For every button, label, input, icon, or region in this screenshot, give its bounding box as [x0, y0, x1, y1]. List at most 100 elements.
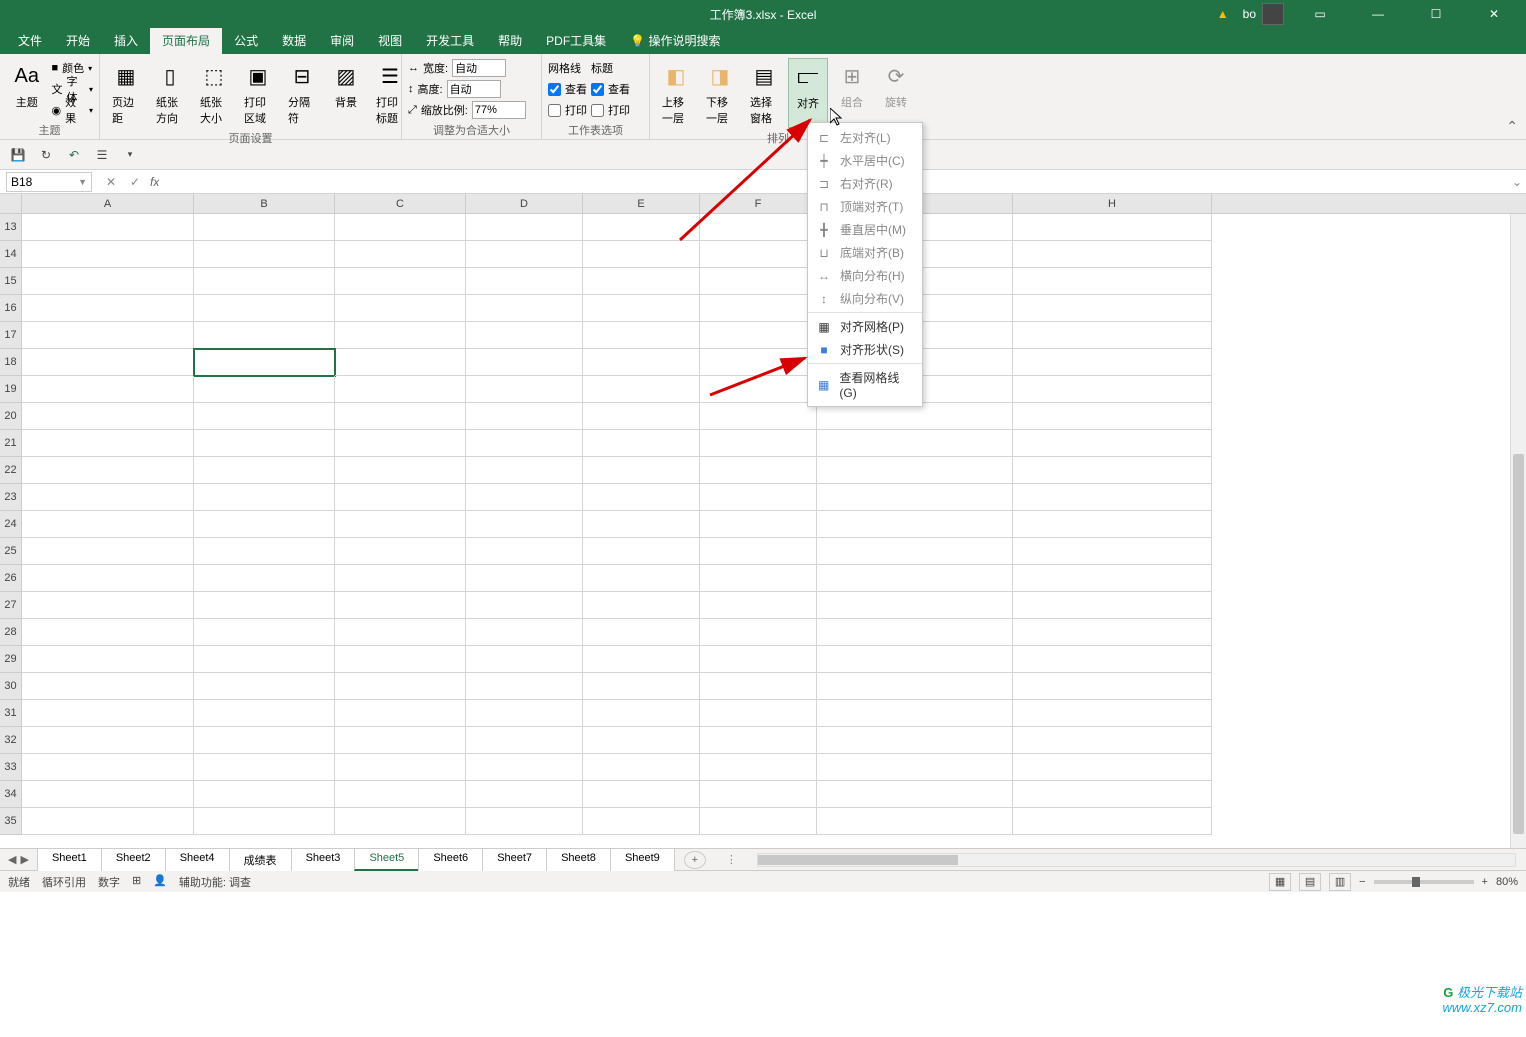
cell-B22[interactable]: [194, 457, 335, 484]
row-header-24[interactable]: 24: [0, 511, 22, 538]
row-header-28[interactable]: 28: [0, 619, 22, 646]
ribbon-display-button[interactable]: ▭: [1298, 0, 1342, 28]
cell-A20[interactable]: [22, 403, 194, 430]
cell-D17[interactable]: [466, 322, 583, 349]
cell-A34[interactable]: [22, 781, 194, 808]
cell-A15[interactable]: [22, 268, 194, 295]
cell-A25[interactable]: [22, 538, 194, 565]
cell-E20[interactable]: [583, 403, 700, 430]
cell-E16[interactable]: [583, 295, 700, 322]
sheet-tab-Sheet7[interactable]: Sheet7: [482, 848, 547, 871]
cell-B23[interactable]: [194, 484, 335, 511]
cell-H18[interactable]: [1013, 349, 1212, 376]
cell-G34[interactable]: [817, 781, 1013, 808]
cell-C24[interactable]: [335, 511, 466, 538]
themes-button[interactable]: Aa 主题: [6, 58, 48, 120]
cell-F19[interactable]: [700, 376, 817, 403]
user-account[interactable]: bo: [1243, 3, 1284, 25]
cell-E14[interactable]: [583, 241, 700, 268]
cell-B14[interactable]: [194, 241, 335, 268]
cell-D24[interactable]: [466, 511, 583, 538]
row-header-15[interactable]: 15: [0, 268, 22, 295]
align-bottom-item[interactable]: ⊔底端对齐(B): [808, 241, 922, 264]
cell-F35[interactable]: [700, 808, 817, 835]
close-button[interactable]: ✕: [1472, 0, 1516, 28]
cell-B17[interactable]: [194, 322, 335, 349]
sheet-tab-Sheet9[interactable]: Sheet9: [610, 848, 675, 871]
cell-F13[interactable]: [700, 214, 817, 241]
cell-F15[interactable]: [700, 268, 817, 295]
cell-C23[interactable]: [335, 484, 466, 511]
cell-C26[interactable]: [335, 565, 466, 592]
cell-H16[interactable]: [1013, 295, 1212, 322]
add-sheet-button[interactable]: +: [684, 851, 706, 869]
cell-F34[interactable]: [700, 781, 817, 808]
column-header-E[interactable]: E: [583, 194, 700, 213]
cell-C17[interactable]: [335, 322, 466, 349]
row-header-20[interactable]: 20: [0, 403, 22, 430]
collapse-ribbon-button[interactable]: ⌃: [1506, 118, 1518, 135]
cell-A24[interactable]: [22, 511, 194, 538]
cell-A14[interactable]: [22, 241, 194, 268]
fx-icon[interactable]: fx: [150, 175, 159, 189]
chevron-down-icon[interactable]: ▼: [78, 177, 87, 187]
cell-F26[interactable]: [700, 565, 817, 592]
align-top-item[interactable]: ⊓顶端对齐(T): [808, 195, 922, 218]
sheet-tab-Sheet8[interactable]: Sheet8: [546, 848, 611, 871]
cell-G31[interactable]: [817, 700, 1013, 727]
cell-H22[interactable]: [1013, 457, 1212, 484]
undo-button[interactable]: ↶: [64, 145, 84, 165]
cell-F33[interactable]: [700, 754, 817, 781]
column-header-H[interactable]: H: [1013, 194, 1212, 213]
ribbon-tab-开始[interactable]: 开始: [54, 27, 102, 54]
column-header-B[interactable]: B: [194, 194, 335, 213]
cell-G24[interactable]: [817, 511, 1013, 538]
cell-D33[interactable]: [466, 754, 583, 781]
cell-C19[interactable]: [335, 376, 466, 403]
cell-B35[interactable]: [194, 808, 335, 835]
cell-H13[interactable]: [1013, 214, 1212, 241]
gridlines-print-checkbox[interactable]: [548, 104, 561, 117]
width-input[interactable]: [452, 59, 506, 77]
row-header-35[interactable]: 35: [0, 808, 22, 835]
cell-H35[interactable]: [1013, 808, 1212, 835]
cell-F32[interactable]: [700, 727, 817, 754]
horizontal-scrollbar[interactable]: [757, 853, 1516, 867]
sheet-tab-Sheet3[interactable]: Sheet3: [291, 848, 356, 871]
align-button[interactable]: ⫍对齐: [788, 58, 828, 128]
row-header-17[interactable]: 17: [0, 322, 22, 349]
bring-forward-button[interactable]: ◧上移一层: [656, 58, 696, 128]
row-header-34[interactable]: 34: [0, 781, 22, 808]
cell-G20[interactable]: [817, 403, 1013, 430]
dist-v-item[interactable]: ↕纵向分布(V): [808, 287, 922, 310]
cell-E27[interactable]: [583, 592, 700, 619]
cell-D15[interactable]: [466, 268, 583, 295]
row-header-13[interactable]: 13: [0, 214, 22, 241]
cell-B27[interactable]: [194, 592, 335, 619]
cell-F20[interactable]: [700, 403, 817, 430]
cell-G26[interactable]: [817, 565, 1013, 592]
cell-D30[interactable]: [466, 673, 583, 700]
cell-D31[interactable]: [466, 700, 583, 727]
cell-B19[interactable]: [194, 376, 335, 403]
row-header-25[interactable]: 25: [0, 538, 22, 565]
cell-A16[interactable]: [22, 295, 194, 322]
cell-F16[interactable]: [700, 295, 817, 322]
sheet-tab-Sheet6[interactable]: Sheet6: [418, 848, 483, 871]
cell-H14[interactable]: [1013, 241, 1212, 268]
cell-H32[interactable]: [1013, 727, 1212, 754]
cell-B31[interactable]: [194, 700, 335, 727]
size-button[interactable]: ⬚纸张大小: [194, 58, 234, 128]
cell-H17[interactable]: [1013, 322, 1212, 349]
cell-G28[interactable]: [817, 619, 1013, 646]
cell-E15[interactable]: [583, 268, 700, 295]
cell-D27[interactable]: [466, 592, 583, 619]
align-left-item[interactable]: ⊏左对齐(L): [808, 126, 922, 149]
cell-C28[interactable]: [335, 619, 466, 646]
cell-C15[interactable]: [335, 268, 466, 295]
cell-G30[interactable]: [817, 673, 1013, 700]
cell-F14[interactable]: [700, 241, 817, 268]
cell-C20[interactable]: [335, 403, 466, 430]
cell-H27[interactable]: [1013, 592, 1212, 619]
cell-G23[interactable]: [817, 484, 1013, 511]
